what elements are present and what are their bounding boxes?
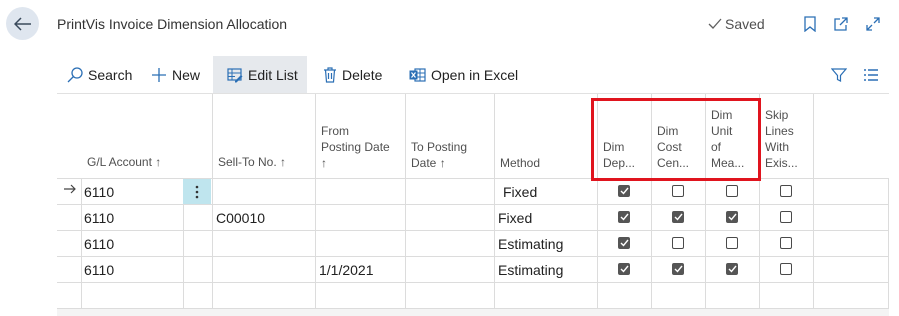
delete-button[interactable]: Delete [323,56,382,93]
column-divider [212,94,213,308]
page-title: PrintVis Invoice Dimension Allocation [57,16,288,32]
row-divider [57,230,889,231]
column-header-sell-to-no[interactable]: Sell-To No. ↑ [218,154,286,170]
current-row-indicator [63,182,77,200]
column-divider [315,94,316,308]
gl-account-cell[interactable]: 6110 [84,184,114,200]
checkbox-dim-cost[interactable] [672,263,684,275]
method-cell[interactable]: Estimating [498,262,563,278]
checkbox-dim-dep[interactable] [618,237,630,249]
checkmark-icon [728,213,737,221]
dimension-allocation-grid: G/L Account ↑ Sell-To No. ↑ From Posting … [57,94,889,314]
checkbox-dim-dep[interactable] [618,185,630,197]
edit-list-button[interactable]: Edit List [213,56,307,93]
filter-icon [831,67,847,82]
checkbox-dim-cost[interactable] [672,185,684,197]
filter-button[interactable] [831,56,847,93]
checkmark-icon [620,239,629,247]
checkmark-icon [674,213,683,221]
checkmark-icon [620,187,629,195]
row-actions-menu[interactable] [183,179,211,204]
checkbox-skip[interactable] [780,237,792,249]
edit-list-icon [227,67,243,82]
action-bar: Search New Edit List Delete Open in Exce… [57,56,889,93]
open-in-excel-button[interactable]: Open in Excel [409,56,518,93]
checkbox-dim-unit[interactable] [726,237,738,249]
list-icon [864,68,878,81]
search-icon [67,66,83,82]
checkbox-dim-dep[interactable] [618,263,630,275]
gl-account-cell[interactable]: 6110 [84,210,114,226]
method-cell[interactable]: Estimating [498,236,563,252]
checkbox-dim-dep[interactable] [618,211,630,223]
column-header-to-posting-date[interactable]: To Posting Date ↑ [411,139,467,171]
search-button[interactable]: Search [67,56,132,93]
column-divider [494,94,495,308]
arrow-right-icon [64,184,76,194]
arrow-left-icon [13,16,31,31]
plus-icon [152,67,166,82]
checkbox-dim-unit[interactable] [726,211,738,223]
highlight-box [591,98,761,181]
column-divider [405,94,406,308]
from-posting-date-cell[interactable]: 1/1/2021 [319,262,374,278]
column-header-skip-lines-with-existing[interactable]: Skip Lines With Exis... [765,107,798,171]
gl-account-cell[interactable]: 6110 [84,262,114,278]
trash-icon [324,66,336,83]
column-divider [888,178,889,308]
column-header-method[interactable]: Method [500,155,540,171]
bookmark-icon[interactable] [801,15,819,33]
checkbox-skip[interactable] [780,263,792,275]
checkbox-dim-unit[interactable] [726,263,738,275]
open-new-window-icon[interactable] [832,15,850,33]
column-header-from-posting-date[interactable]: From Posting Date ↑ [321,123,390,171]
checkmark-icon [674,265,683,273]
checkbox-dim-cost[interactable] [672,237,684,249]
column-header-gl-account[interactable]: G/L Account ↑ [87,154,161,170]
sell-to-no-cell[interactable]: C00010 [216,210,265,226]
back-button[interactable] [6,7,39,40]
checkmark-icon [620,265,629,273]
saved-label: Saved [725,16,765,32]
checkbox-dim-unit[interactable] [726,185,738,197]
more-vertical-icon [195,185,199,198]
gl-account-cell[interactable]: 6110 [84,236,114,252]
checkbox-skip[interactable] [780,185,792,197]
checkbox-skip[interactable] [780,211,792,223]
row-divider [57,204,889,205]
column-divider [81,178,82,308]
new-button[interactable]: New [151,56,200,93]
row-divider [57,282,889,283]
method-cell[interactable]: Fixed [498,210,532,226]
list-view-button[interactable] [863,56,879,93]
expand-icon[interactable] [864,15,882,33]
checkmark-icon [708,18,722,29]
excel-icon [409,67,426,82]
grid-footer [57,309,889,316]
column-divider [813,94,814,308]
checkmark-icon [728,265,737,273]
row-divider [57,256,889,257]
saved-status: Saved [708,16,765,32]
method-cell[interactable]: Fixed [503,184,537,200]
header-divider [57,178,889,179]
checkmark-icon [620,213,629,221]
checkbox-dim-cost[interactable] [672,211,684,223]
